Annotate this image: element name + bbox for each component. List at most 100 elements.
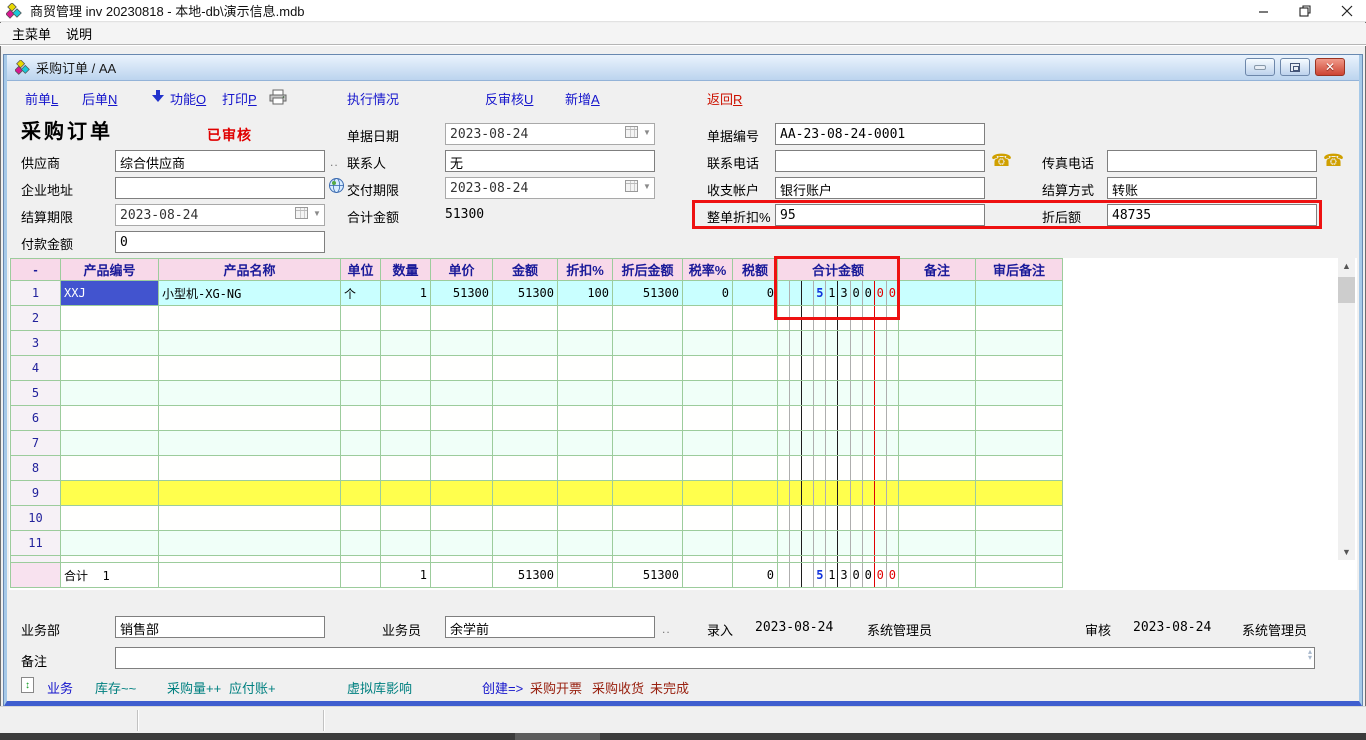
supplier-more-button[interactable]: ..: [330, 155, 339, 169]
table-cell[interactable]: [613, 356, 683, 381]
table-cell[interactable]: [341, 506, 381, 531]
total-cell[interactable]: [683, 563, 733, 588]
table-cell[interactable]: [613, 406, 683, 431]
table-cell[interactable]: [493, 531, 558, 556]
table-cell[interactable]: [381, 381, 431, 406]
table-cell[interactable]: [613, 431, 683, 456]
total-cell[interactable]: 合计 1: [61, 563, 159, 588]
unfinished-link[interactable]: 未完成: [650, 678, 689, 697]
table-cell[interactable]: [899, 556, 976, 563]
table-cell[interactable]: [976, 531, 1063, 556]
table-cell[interactable]: [683, 381, 733, 406]
business-link[interactable]: 业务: [47, 678, 73, 697]
table-cell[interactable]: [899, 406, 976, 431]
unaudit-button[interactable]: 反审核U: [485, 89, 533, 108]
row-number[interactable]: 9: [11, 481, 61, 506]
table-cell[interactable]: [493, 356, 558, 381]
table-cell[interactable]: [61, 506, 159, 531]
table-cell[interactable]: [683, 406, 733, 431]
table-cell[interactable]: [61, 456, 159, 481]
column-header[interactable]: 单位: [341, 259, 381, 281]
table-cell[interactable]: [159, 556, 341, 563]
table-cell[interactable]: [899, 431, 976, 456]
contact-field[interactable]: 无: [445, 150, 655, 172]
table-cell[interactable]: [493, 431, 558, 456]
table-cell[interactable]: [493, 456, 558, 481]
fax-field[interactable]: [1107, 150, 1317, 172]
table-cell[interactable]: 51300: [613, 281, 683, 306]
execution-status-button[interactable]: 执行情况: [347, 89, 399, 108]
table-cell[interactable]: [61, 406, 159, 431]
account-field[interactable]: 银行账户: [775, 177, 985, 199]
table-cell[interactable]: [778, 456, 899, 481]
purchase-qty-link[interactable]: 采购量++: [167, 678, 221, 697]
table-cell[interactable]: [431, 531, 493, 556]
menu-help[interactable]: 说明: [63, 23, 95, 44]
table-cell[interactable]: [613, 556, 683, 563]
row-number[interactable]: 2: [11, 306, 61, 331]
table-cell[interactable]: [899, 481, 976, 506]
salesman-field[interactable]: 余学前: [445, 616, 655, 638]
table-cell[interactable]: [159, 456, 341, 481]
table-cell[interactable]: [683, 331, 733, 356]
total-row-number[interactable]: [11, 563, 61, 588]
table-cell[interactable]: [431, 431, 493, 456]
virtual-stock-link[interactable]: 虚拟库影响: [347, 678, 412, 697]
table-cell[interactable]: [976, 431, 1063, 456]
stock-link[interactable]: 库存~~: [95, 678, 136, 697]
table-cell[interactable]: [431, 481, 493, 506]
printer-icon[interactable]: [269, 89, 287, 105]
table-cell[interactable]: [431, 381, 493, 406]
child-minimize-button[interactable]: [1245, 58, 1275, 76]
table-cell[interactable]: [558, 356, 613, 381]
table-cell[interactable]: [431, 456, 493, 481]
table-cell[interactable]: [558, 456, 613, 481]
row-number[interactable]: 3: [11, 331, 61, 356]
prev-doc-button[interactable]: 前单L: [25, 89, 58, 108]
total-cell[interactable]: [558, 563, 613, 588]
table-cell[interactable]: [778, 531, 899, 556]
table-cell[interactable]: [976, 281, 1063, 306]
payable-link[interactable]: 应付账+: [229, 678, 276, 697]
table-cell[interactable]: [431, 556, 493, 563]
table-cell[interactable]: [341, 406, 381, 431]
table-cell[interactable]: [778, 331, 899, 356]
table-cell[interactable]: [733, 306, 778, 331]
dropdown-arrow-icon[interactable]: ▼: [643, 182, 651, 191]
total-cell[interactable]: [341, 563, 381, 588]
row-number[interactable]: 6: [11, 406, 61, 431]
column-header[interactable]: 备注: [899, 259, 976, 281]
close-button[interactable]: [1330, 0, 1364, 22]
table-cell[interactable]: [976, 506, 1063, 531]
table-cell[interactable]: [899, 531, 976, 556]
dropdown-arrow-icon[interactable]: ▼: [643, 128, 651, 137]
total-cell[interactable]: [431, 563, 493, 588]
doc-number-field[interactable]: AA-23-08-24-0001: [775, 123, 985, 145]
table-cell[interactable]: [61, 531, 159, 556]
table-cell[interactable]: [381, 406, 431, 431]
table-cell[interactable]: [683, 456, 733, 481]
column-header[interactable]: 金额: [493, 259, 558, 281]
table-cell[interactable]: 0: [683, 281, 733, 306]
table-cell[interactable]: [159, 331, 341, 356]
table-cell[interactable]: [341, 331, 381, 356]
table-cell[interactable]: [381, 456, 431, 481]
table-cell[interactable]: [558, 556, 613, 563]
table-cell[interactable]: [381, 556, 431, 563]
table-cell[interactable]: [159, 381, 341, 406]
total-cell[interactable]: [159, 563, 341, 588]
table-cell[interactable]: [493, 406, 558, 431]
scrollbar-down-button[interactable]: ▼: [1338, 544, 1355, 560]
address-field[interactable]: [115, 177, 325, 199]
purchase-receive-link[interactable]: 采购收货: [592, 678, 644, 697]
total-cell[interactable]: 5130000: [778, 563, 899, 588]
table-cell[interactable]: [733, 356, 778, 381]
table-cell[interactable]: [976, 331, 1063, 356]
row-number[interactable]: 4: [11, 356, 61, 381]
table-cell[interactable]: [493, 506, 558, 531]
table-cell[interactable]: [683, 481, 733, 506]
table-cell[interactable]: [733, 556, 778, 563]
total-cell[interactable]: 51300: [613, 563, 683, 588]
menu-main[interactable]: 主菜单: [9, 23, 54, 44]
scrollbar-thumb[interactable]: [1338, 277, 1355, 303]
